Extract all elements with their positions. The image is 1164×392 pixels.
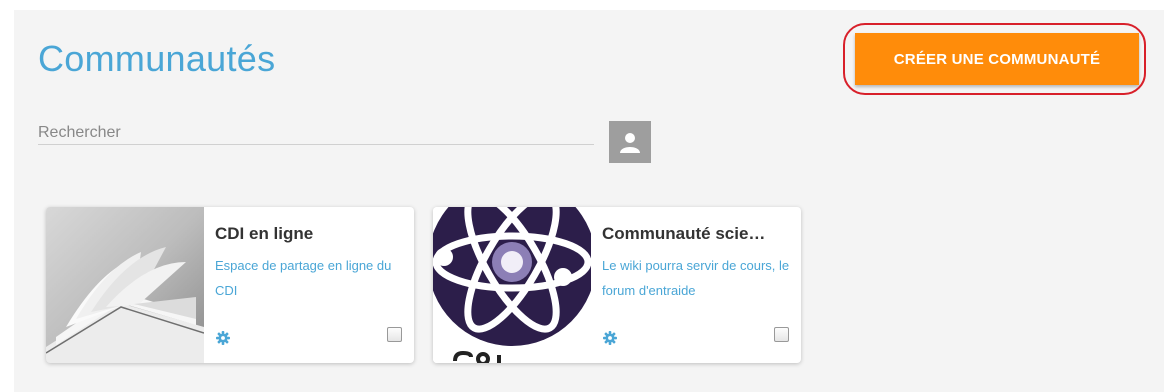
- select-checkbox[interactable]: [774, 327, 789, 342]
- user-filter-button[interactable]: [609, 121, 651, 163]
- community-card[interactable]: Communauté scie… Le wiki pourra servir d…: [433, 207, 801, 363]
- user-icon: [620, 133, 640, 153]
- gear-icon[interactable]: [603, 331, 617, 345]
- community-card[interactable]: CDI en ligne Espace de partage en ligne …: [46, 207, 414, 363]
- select-checkbox[interactable]: [387, 327, 402, 342]
- search-input[interactable]: [38, 112, 594, 148]
- search-field: [38, 112, 594, 148]
- community-image: [46, 207, 204, 363]
- atom-icon: [433, 207, 591, 363]
- open-book-icon: [46, 207, 204, 363]
- page-title: Communautés: [38, 38, 276, 79]
- card-description: Espace de partage en ligne du CDI: [215, 258, 392, 298]
- community-image: [433, 207, 591, 363]
- card-title[interactable]: CDI en ligne: [215, 224, 405, 244]
- gear-icon[interactable]: [216, 331, 230, 345]
- card-title[interactable]: Communauté scie…: [602, 224, 792, 244]
- create-community-button[interactable]: CRÉER UNE COMMUNAUTÉ: [855, 33, 1139, 85]
- card-description: Le wiki pourra servir de cours, le forum…: [602, 258, 790, 298]
